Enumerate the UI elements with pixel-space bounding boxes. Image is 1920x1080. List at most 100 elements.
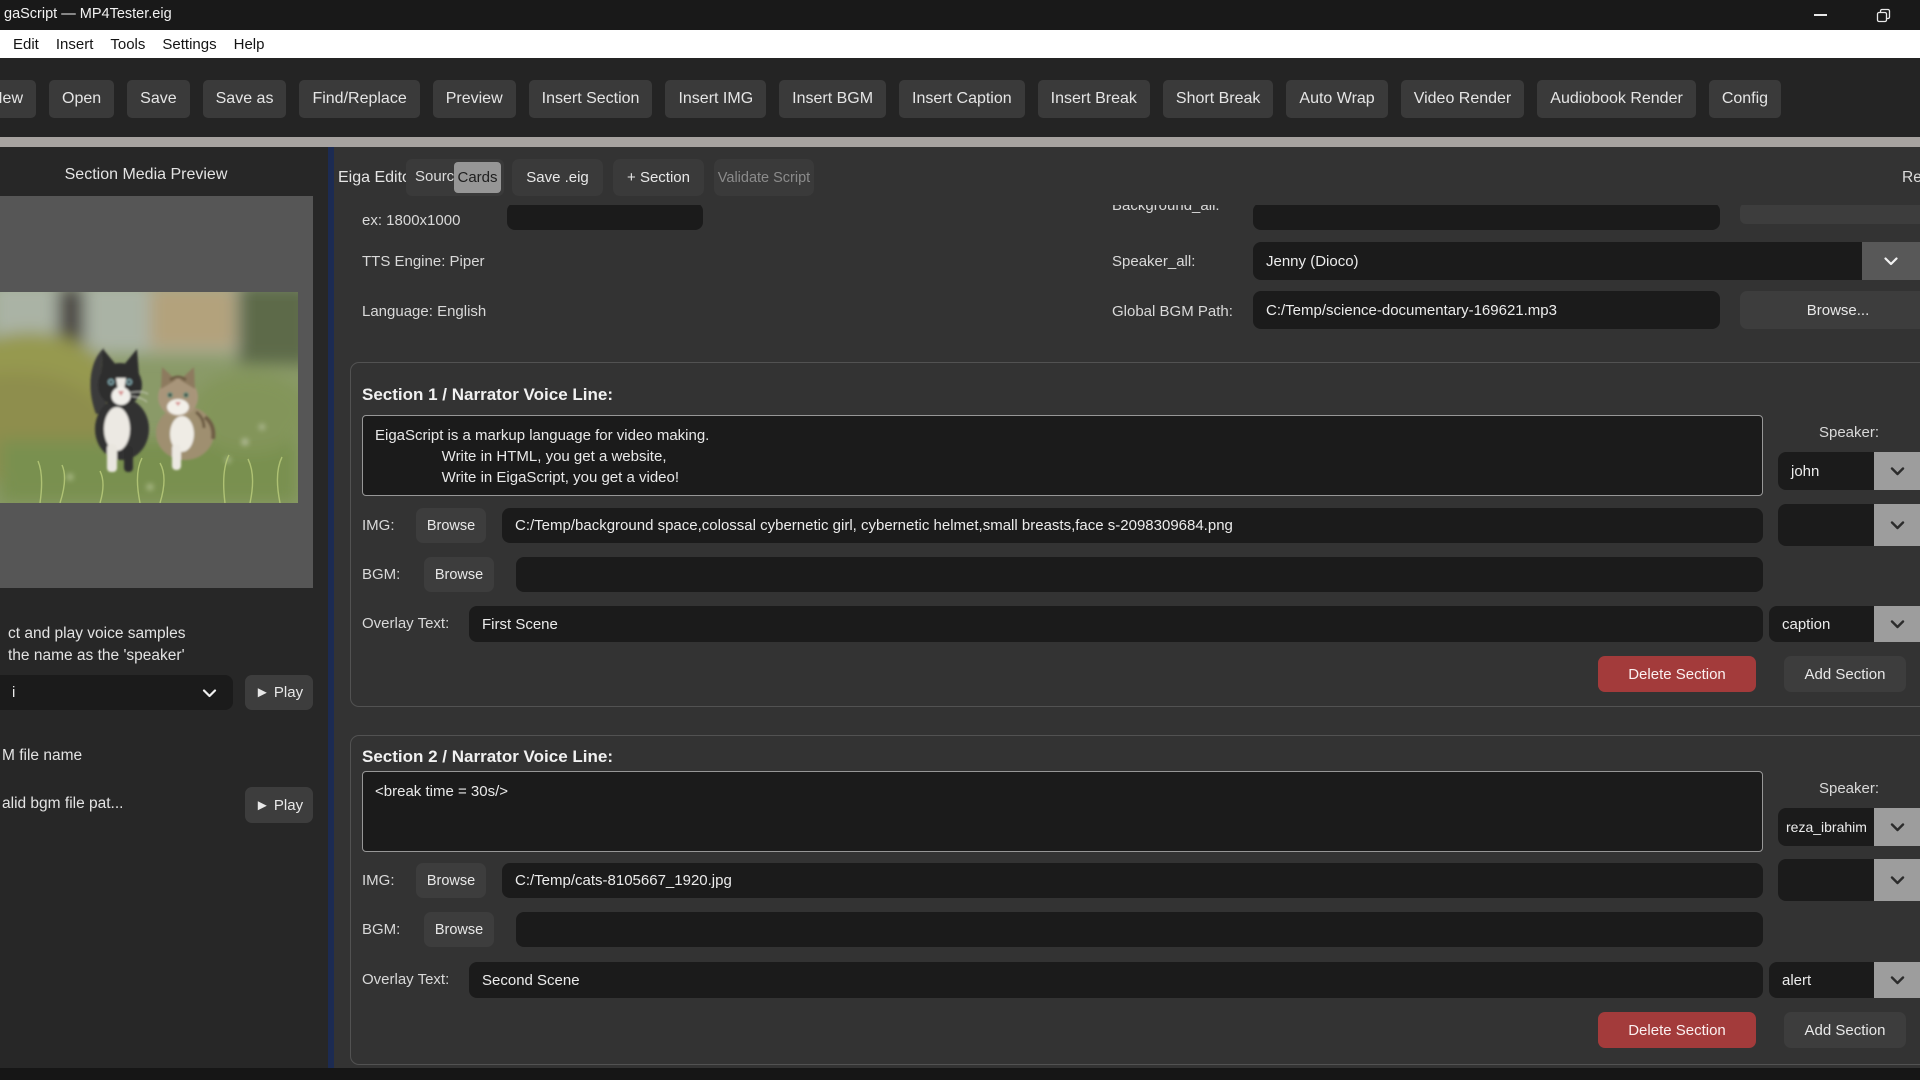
section-1-delete-button[interactable]: Delete Section xyxy=(1598,656,1756,692)
chevron-down-icon xyxy=(202,689,217,698)
section-1-overlay-label: Overlay Text: xyxy=(362,615,449,632)
toolbar-find-replace-button[interactable]: Find/Replace xyxy=(299,80,419,118)
menu-help[interactable]: Help xyxy=(234,36,265,53)
menu-edit[interactable]: Edit xyxy=(13,36,39,53)
toolbar-open-button[interactable]: Open xyxy=(49,80,114,118)
section-2-heading: Section 2 / Narrator Voice Line: xyxy=(362,747,613,767)
global-bgm-path-input[interactable]: C:/Temp/science-documentary-169621.mp3 xyxy=(1253,291,1720,329)
toolbar-new-button[interactable]: New xyxy=(0,80,36,118)
section-2-speaker-dropdown-button[interactable] xyxy=(1874,808,1920,846)
minimize-button[interactable] xyxy=(1797,0,1843,30)
voice-play-button[interactable]: ► Play xyxy=(245,675,313,710)
sidebar-bgm-file-label: M file name xyxy=(2,747,82,765)
section-2-narration-textarea[interactable]: <break time = 30s/> xyxy=(362,771,1763,852)
section-2-delete-button[interactable]: Delete Section xyxy=(1598,1012,1756,1048)
chevron-down-icon xyxy=(1890,823,1905,832)
view-mode-toggle: Source Cards xyxy=(406,159,504,196)
section-2-bgm-browse-button[interactable]: Browse xyxy=(424,912,494,947)
app-window: gaScript — MP4Tester.eig Edit Insert Too… xyxy=(0,0,1920,1080)
restore-icon xyxy=(1876,8,1891,23)
toolbar-auto-wrap-button[interactable]: Auto Wrap xyxy=(1286,80,1387,118)
section-1-add-button[interactable]: Add Section xyxy=(1784,656,1906,692)
section-1-overlay-style-dropdown-button[interactable] xyxy=(1874,606,1920,642)
toolbar-config-button[interactable]: Config xyxy=(1709,80,1781,118)
toolbar-save-button[interactable]: Save xyxy=(127,80,189,118)
section-2-overlay-label: Overlay Text: xyxy=(362,971,449,988)
global-bgm-browse-button[interactable]: Browse... xyxy=(1740,291,1920,329)
speaker-all-select[interactable]: Jenny (Dioco) xyxy=(1253,242,1862,280)
section-1-speaker-select[interactable]: john xyxy=(1778,452,1874,490)
toolbar-preview-button[interactable]: Preview xyxy=(433,80,516,118)
section-2-speaker-select[interactable]: reza_ibrahim xyxy=(1778,808,1874,846)
voice-sample-select[interactable]: i xyxy=(0,675,233,710)
section-1-narration-textarea[interactable]: EigaScript is a markup language for vide… xyxy=(362,415,1763,496)
separator-bar xyxy=(0,137,1920,147)
window-title: gaScript — MP4Tester.eig xyxy=(4,6,172,22)
section-2-overlay-text-input[interactable]: Second Scene xyxy=(469,962,1763,998)
global-bgm-path-label: Global BGM Path: xyxy=(1112,303,1233,320)
section-1-overlay-text-input[interactable]: First Scene xyxy=(469,606,1763,642)
validate-script-button[interactable]: Validate Script xyxy=(714,159,814,196)
toolbar-audiobook-render-button[interactable]: Audiobook Render xyxy=(1537,80,1696,118)
section-1-img-path-input[interactable]: C:/Temp/background space,colossal cybern… xyxy=(502,508,1763,543)
menu-settings[interactable]: Settings xyxy=(162,36,216,53)
scrolled-row-clip: Background_all: xyxy=(334,205,1920,235)
toolbar-insert-section-button[interactable]: Insert Section xyxy=(529,80,653,118)
speaker-all-dropdown-button[interactable] xyxy=(1862,242,1920,280)
sidebar-voice-hint-line2: the name as the 'speaker' xyxy=(8,647,185,665)
sidebar-bgm-status: alid bgm file pat... xyxy=(2,795,123,813)
section-2-overlay-style-dropdown-button[interactable] xyxy=(1874,962,1920,998)
section-1-bgm-browse-button[interactable]: Browse xyxy=(424,557,494,592)
chevron-down-icon xyxy=(1890,467,1905,476)
tts-engine-label: TTS Engine: Piper xyxy=(362,253,485,270)
section-2-bgm-path-input[interactable] xyxy=(516,912,1763,947)
menu-insert[interactable]: Insert xyxy=(56,36,94,53)
toolbar-video-render-button[interactable]: Video Render xyxy=(1401,80,1525,118)
section-1-img-browse-button[interactable]: Browse xyxy=(416,508,486,543)
section-1-img-style-dropdown-button[interactable] xyxy=(1874,504,1920,546)
toolbar-insert-break-button[interactable]: Insert Break xyxy=(1038,80,1150,118)
section-1-speaker-label: Speaker: xyxy=(1778,424,1920,441)
section-2-overlay-style-select[interactable]: alert xyxy=(1769,962,1874,998)
toolbar-save-as-button[interactable]: Save as xyxy=(203,80,287,118)
chevron-down-icon xyxy=(1890,976,1905,985)
sidebar-voice-hint-line1: ct and play voice samples xyxy=(8,625,185,643)
section-1-img-label: IMG: xyxy=(362,517,395,534)
background-all-label: Background_all: xyxy=(1112,205,1220,214)
section-2-img-browse-button[interactable]: Browse xyxy=(416,863,486,898)
toolbar-insert-img-button[interactable]: Insert IMG xyxy=(665,80,766,118)
toolbar-short-break-button[interactable]: Short Break xyxy=(1163,80,1273,118)
section-2-img-style-select[interactable] xyxy=(1778,859,1874,901)
section-2-img-path-input[interactable]: C:/Temp/cats-8105667_1920.jpg xyxy=(502,863,1763,898)
resolution-hint-label: ex: 1800x1000 xyxy=(362,212,460,229)
restore-button[interactable] xyxy=(1860,0,1906,30)
section-1-img-style-select[interactable] xyxy=(1778,504,1874,546)
title-bar: gaScript — MP4Tester.eig xyxy=(0,0,1920,30)
toolbar-insert-caption-button[interactable]: Insert Caption xyxy=(899,80,1025,118)
section-2-img-style-dropdown-button[interactable] xyxy=(1874,859,1920,901)
section-1-speaker-dropdown-button[interactable] xyxy=(1874,452,1920,490)
add-section-header-button[interactable]: + Section xyxy=(613,159,704,196)
section-1-bgm-label: BGM: xyxy=(362,566,400,583)
section-2-add-button[interactable]: Add Section xyxy=(1784,1012,1906,1048)
save-eig-button[interactable]: Save .eig xyxy=(512,159,603,196)
section-1-bgm-path-input[interactable] xyxy=(516,557,1763,592)
main-toolbar: New Open Save Save as Find/Replace Previ… xyxy=(0,58,1920,137)
section-2-img-label: IMG: xyxy=(362,872,395,889)
bgm-play-button[interactable]: ► Play xyxy=(245,787,313,823)
tab-cards-active[interactable]: Cards xyxy=(454,162,501,193)
preview-photo-kittens xyxy=(0,292,298,503)
background-all-browse-button[interactable] xyxy=(1740,205,1920,224)
menu-tools[interactable]: Tools xyxy=(110,36,145,53)
section-1-overlay-style-select[interactable]: caption xyxy=(1769,606,1874,642)
toolbar-insert-bgm-button[interactable]: Insert BGM xyxy=(779,80,886,118)
chevron-down-icon xyxy=(1890,620,1905,629)
chevron-down-icon xyxy=(1883,257,1899,266)
resolution-input[interactable] xyxy=(507,205,703,230)
minimize-icon xyxy=(1814,14,1827,16)
sidebar-title: Section Media Preview xyxy=(0,166,292,184)
chevron-down-icon xyxy=(1890,521,1905,530)
menu-bar: Edit Insert Tools Settings Help xyxy=(0,30,1920,58)
section-2-speaker-label: Speaker: xyxy=(1778,780,1920,797)
background-all-input[interactable] xyxy=(1253,205,1720,230)
